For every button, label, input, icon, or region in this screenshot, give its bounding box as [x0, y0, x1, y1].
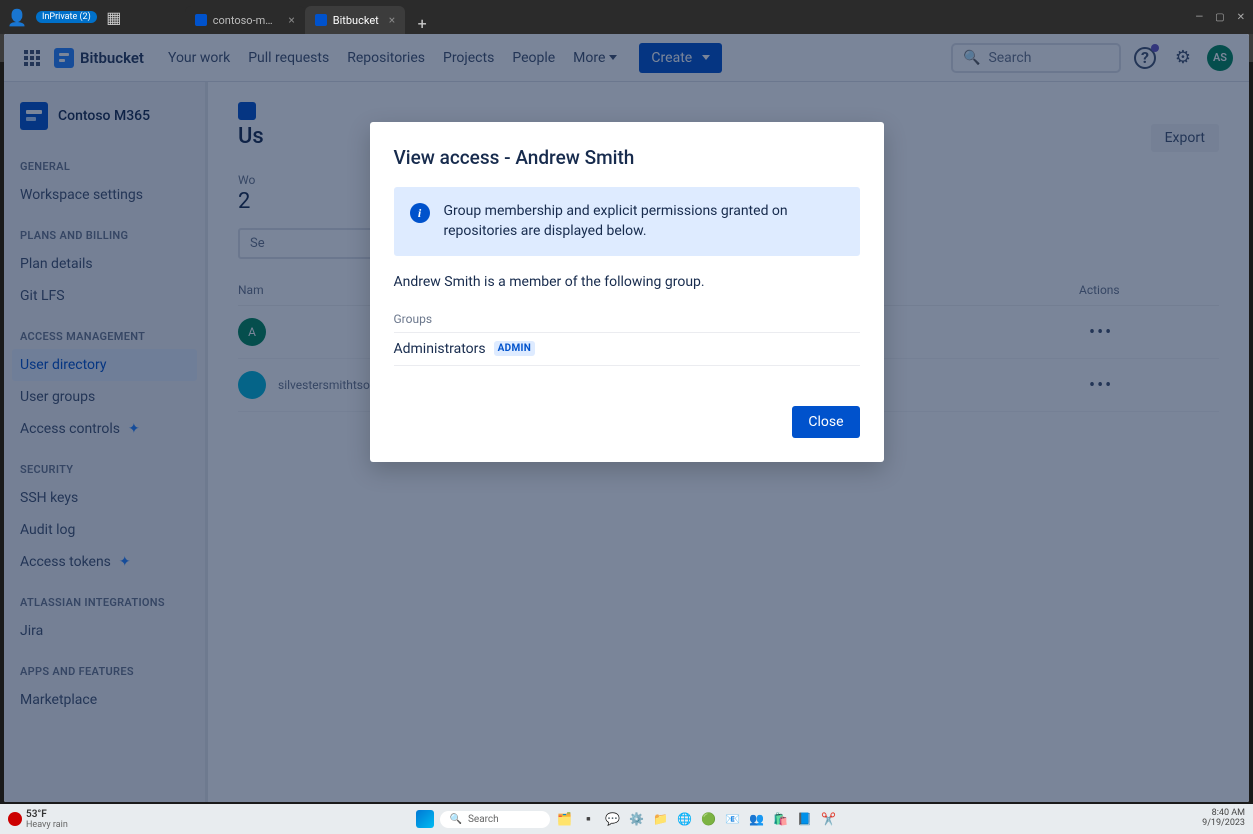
weather-temp: 53°F: [26, 809, 68, 820]
profile-icon[interactable]: 👤: [6, 6, 28, 28]
tab-title: Bitbucket: [333, 14, 379, 27]
start-button[interactable]: [416, 810, 434, 828]
app-shell: Bitbucket Your work Pull requests Reposi…: [4, 34, 1249, 802]
taskbar-app-icon[interactable]: ▪️: [580, 810, 598, 828]
close-icon[interactable]: ×: [389, 13, 395, 27]
weather-cond: Heavy rain: [26, 820, 68, 830]
taskbar-chat-icon[interactable]: 💬: [604, 810, 622, 828]
new-tab-button[interactable]: +: [411, 12, 433, 34]
minimize-icon[interactable]: —: [1195, 12, 1203, 23]
info-icon: i: [410, 203, 430, 223]
taskbar-explorer-icon[interactable]: 🗂️: [556, 810, 574, 828]
taskbar-files-icon[interactable]: 📁: [652, 810, 670, 828]
tab-favicon: [315, 14, 327, 26]
close-button[interactable]: Close: [792, 406, 859, 438]
close-icon[interactable]: ✕: [1237, 12, 1245, 23]
taskbar-date: 9/19/2023: [1202, 819, 1245, 829]
taskbar-snip-icon[interactable]: ✂️: [820, 810, 838, 828]
taskbar-search[interactable]: 🔍 Search: [440, 811, 550, 828]
inprivate-badge: InPrivate (2): [36, 11, 97, 23]
tab-title: contoso-m365 / clouddemo — B: [213, 14, 279, 27]
group-name: Administrators: [394, 341, 486, 357]
taskbar-clock[interactable]: 8:40 AM 9/19/2023: [1202, 809, 1245, 829]
close-icon[interactable]: ×: [288, 13, 294, 27]
group-row: Administrators ADMIN: [394, 333, 860, 366]
taskbar-settings-icon[interactable]: ⚙️: [628, 810, 646, 828]
member-description: Andrew Smith is a member of the followin…: [394, 274, 860, 290]
search-icon: 🔍: [450, 814, 462, 825]
taskbar-word-icon[interactable]: 📘: [796, 810, 814, 828]
window-controls: — ▢ ✕: [1195, 12, 1253, 23]
taskbar-chrome-icon[interactable]: 🟢: [700, 810, 718, 828]
browser-tab-1[interactable]: contoso-m365 / clouddemo — B ×: [185, 6, 305, 34]
taskbar-teams-icon[interactable]: 👥: [748, 810, 766, 828]
taskbar-edge-icon[interactable]: 🌐: [676, 810, 694, 828]
taskbar: 53°F Heavy rain 🔍 Search 🗂️ ▪️ 💬 ⚙️ 📁 🌐 …: [0, 804, 1253, 834]
taskbar-store-icon[interactable]: 🛍️: [772, 810, 790, 828]
taskbar-outlook-icon[interactable]: 📧: [724, 810, 742, 828]
modal-title: View access - Andrew Smith: [394, 146, 860, 169]
tab-overview-icon[interactable]: ▦: [103, 6, 125, 28]
browser-tab-strip: 👤 InPrivate (2) ▦ contoso-m365 / cloudde…: [0, 0, 1253, 34]
groups-header: Groups: [394, 306, 860, 333]
maximize-icon[interactable]: ▢: [1215, 12, 1224, 23]
admin-badge: ADMIN: [494, 341, 535, 356]
info-panel: i Group membership and explicit permissi…: [394, 187, 860, 256]
view-access-modal: View access - Andrew Smith i Group membe…: [370, 122, 884, 462]
browser-tab-2[interactable]: Bitbucket ×: [305, 6, 405, 34]
taskbar-search-label: Search: [468, 814, 499, 825]
weather-widget[interactable]: 53°F Heavy rain: [8, 809, 68, 830]
weather-icon: [8, 812, 22, 826]
tab-favicon: [195, 14, 207, 26]
info-text: Group membership and explicit permission…: [444, 201, 844, 242]
